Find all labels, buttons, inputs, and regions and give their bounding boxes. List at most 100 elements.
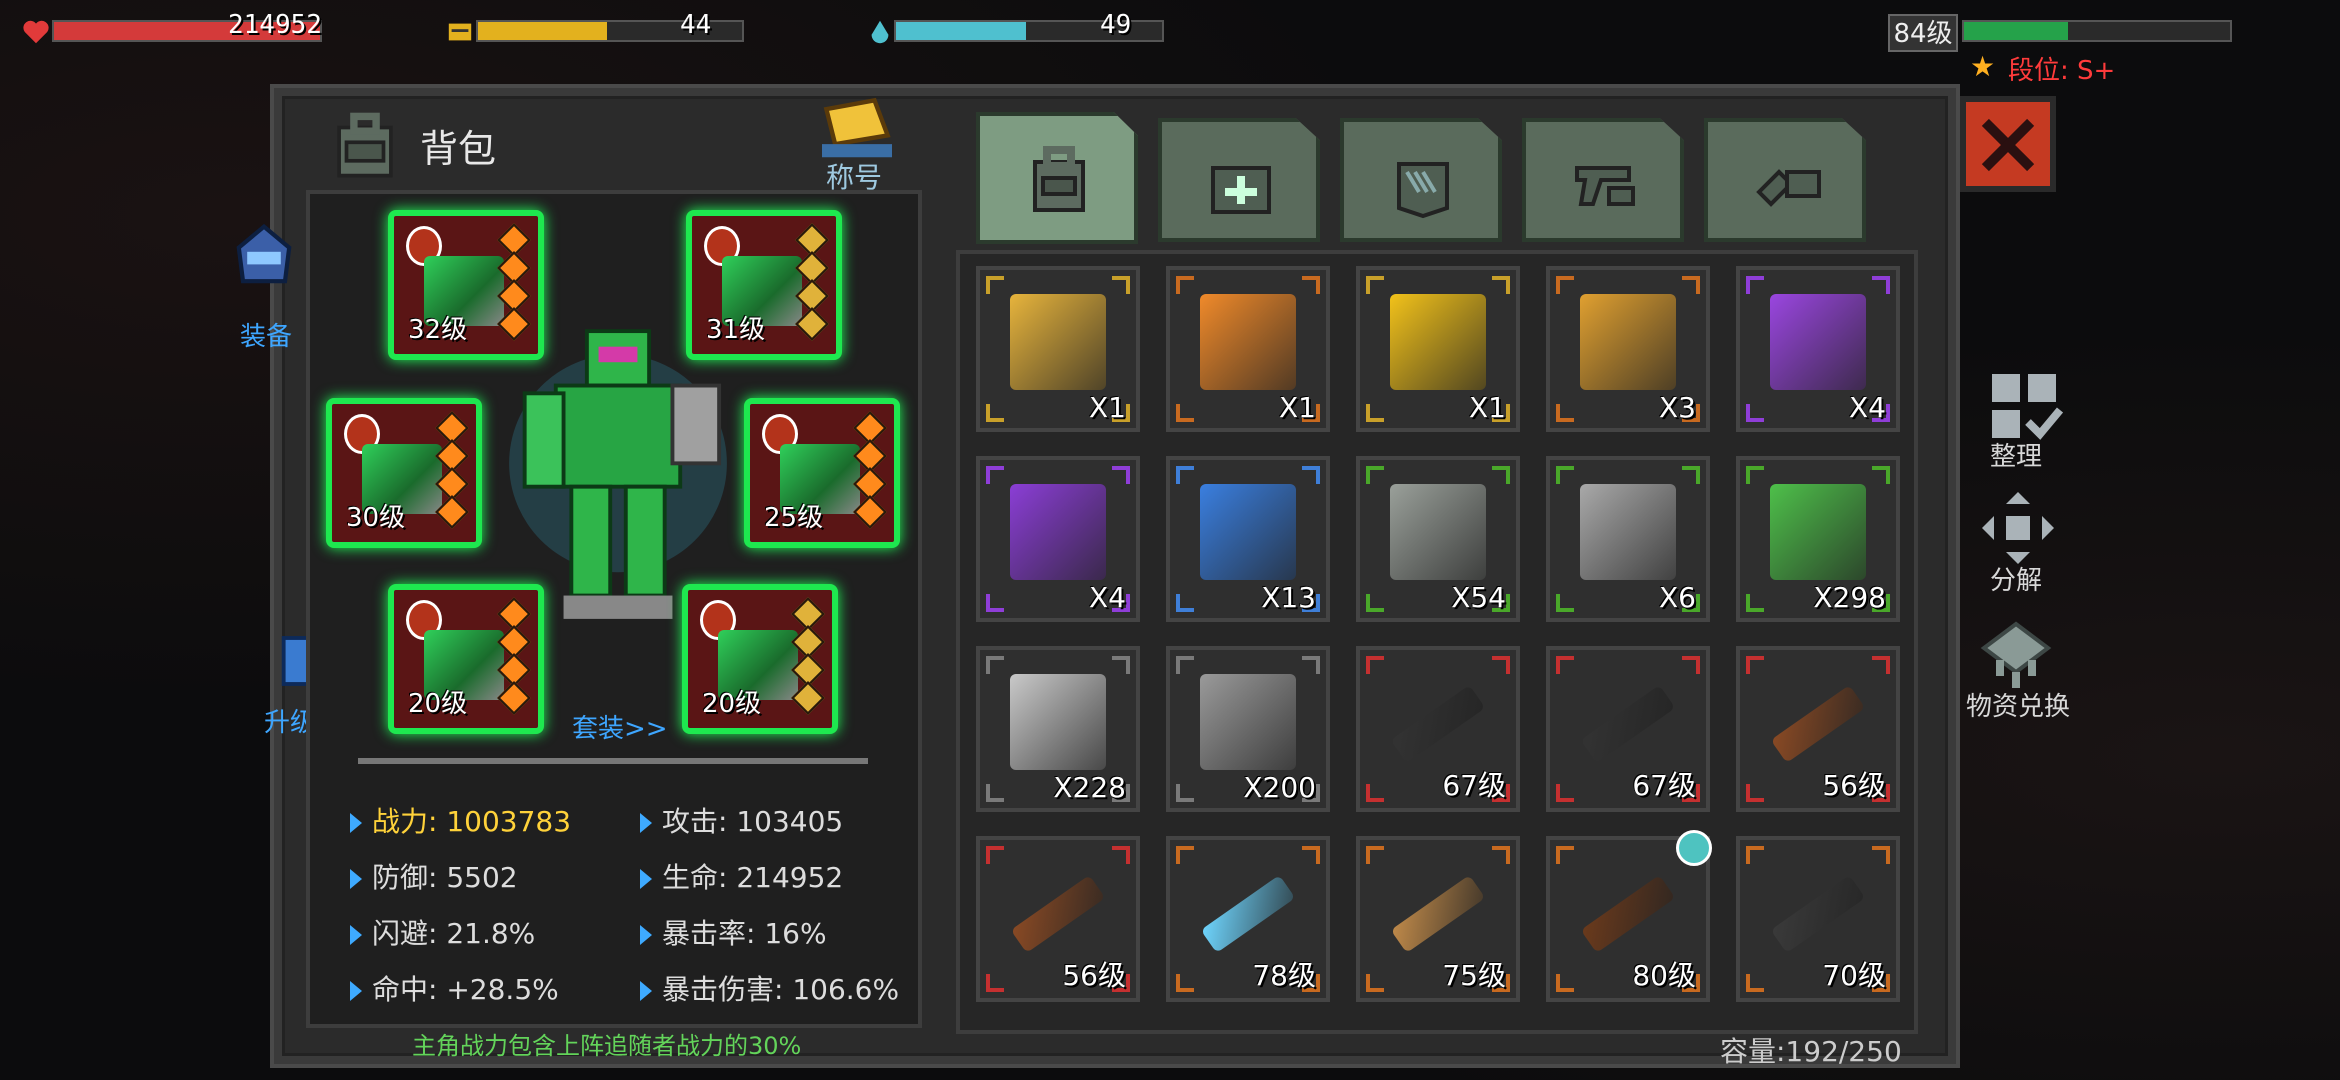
slot-level: 20级 — [702, 689, 762, 719]
rifle-icon — [1580, 875, 1676, 953]
item-slot[interactable]: X54 — [1356, 456, 1520, 622]
arrow-icon — [640, 925, 652, 945]
tab-medkit[interactable] — [1158, 118, 1320, 242]
rarity-corner — [1556, 656, 1574, 674]
tab-armor[interactable] — [1340, 118, 1502, 242]
exp-badge-icon — [1010, 294, 1106, 390]
armor-icon — [1397, 162, 1449, 219]
stat-crit-rate-text: 暴击率: 16% — [662, 917, 827, 950]
rarity-corner — [1872, 466, 1890, 484]
decompose-icon[interactable] — [1978, 488, 2058, 568]
stats-divider — [358, 758, 868, 764]
chest-icon — [1010, 484, 1106, 580]
item-slot[interactable]: X1 — [976, 266, 1140, 432]
arrow-icon — [640, 869, 652, 889]
equipment-slot[interactable]: 20级 — [682, 584, 838, 734]
item-slot[interactable]: X228 — [976, 646, 1140, 812]
energy-bar-fill — [478, 22, 608, 40]
item-slot[interactable]: 78级 — [1166, 836, 1330, 1002]
chest-icon — [1200, 674, 1296, 770]
decompose-label[interactable]: 分解 — [1990, 560, 2042, 597]
item-slot[interactable]: 75级 — [1356, 836, 1520, 1002]
set-bonus-link[interactable]: 套装>> — [572, 708, 668, 745]
chest-icon — [1770, 484, 1866, 580]
sort-label[interactable]: 整理 — [1990, 436, 2042, 473]
exchange-label[interactable]: 物资兑换 — [1966, 686, 2070, 723]
tab-wrench[interactable] — [1704, 118, 1866, 242]
item-slot[interactable]: 70级 — [1736, 836, 1900, 1002]
rarity-corner — [1492, 846, 1510, 864]
rarity-corner — [1746, 846, 1764, 864]
equipment-slot[interactable]: 25级 — [744, 398, 900, 548]
rarity-corner — [1492, 466, 1510, 484]
arrow-icon — [350, 925, 362, 945]
rarity-corner — [1746, 656, 1764, 674]
rarity-corner — [1366, 656, 1384, 674]
rarity-corner — [1366, 404, 1384, 422]
equipment-helmet-icon[interactable] — [222, 214, 306, 298]
rarity-corner — [1492, 656, 1510, 674]
chest-icon — [1390, 484, 1486, 580]
stat-defense: 防御: 5502 — [350, 856, 518, 896]
rarity-corner — [1112, 846, 1130, 864]
arrow-icon — [640, 813, 652, 833]
rarity-corner — [1556, 784, 1574, 802]
rarity-corner — [1112, 276, 1130, 294]
rarity-corner — [1556, 594, 1574, 612]
sort-grid-icon[interactable] — [1984, 366, 2064, 446]
power-note: 主角战力包含上阵追随者战力的30% — [412, 1032, 802, 1060]
item-label: X6 — [1659, 581, 1696, 614]
energy-value: 44 — [680, 10, 712, 40]
water-value: 49 — [1100, 10, 1132, 40]
stat-crit-damage-text: 暴击伤害: 106.6% — [662, 973, 900, 1006]
item-slot[interactable]: X6 — [1546, 456, 1710, 622]
stat-hp-text: 生命: 214952 — [662, 861, 844, 894]
player-level: 84级 — [1888, 14, 1958, 52]
stat-dodge: 闪避: 21.8% — [350, 912, 535, 952]
rarity-corner — [986, 404, 1004, 422]
slot-level: 30级 — [346, 503, 406, 533]
equipment-slot[interactable]: 32级 — [388, 210, 544, 360]
item-slot[interactable]: 80级 — [1546, 830, 1712, 1002]
equip-nav-label[interactable]: 装备 — [240, 316, 292, 353]
water-drop-icon — [871, 20, 889, 44]
item-slot[interactable]: X13 — [1166, 456, 1330, 622]
close-button[interactable] — [1960, 96, 2056, 192]
rarity-corner — [1872, 276, 1890, 294]
equipment-slot[interactable]: 31级 — [686, 210, 842, 360]
arrow-icon — [350, 869, 362, 889]
heart-icon — [23, 20, 49, 44]
stat-hp: 生命: 214952 — [640, 856, 843, 896]
item-slot[interactable]: X3 — [1546, 266, 1710, 432]
rarity-corner — [1556, 846, 1574, 864]
item-slot[interactable]: X298 — [1736, 456, 1900, 622]
item-label: 78级 — [1252, 959, 1316, 992]
slot-level: 25级 — [764, 503, 824, 533]
rarity-corner — [1366, 974, 1384, 992]
item-slot[interactable]: X1 — [1356, 266, 1520, 432]
rarity-corner — [1682, 656, 1700, 674]
item-slot[interactable]: 67级 — [1356, 646, 1520, 812]
rarity-corner — [986, 276, 1004, 294]
item-label: X4 — [1089, 581, 1126, 614]
item-slot[interactable]: 67级 — [1546, 646, 1710, 812]
item-label: 67级 — [1632, 769, 1696, 802]
item-slot[interactable]: 56级 — [976, 836, 1140, 1002]
tab-pistol[interactable] — [1522, 118, 1684, 242]
medkit-icon — [1211, 166, 1271, 214]
equipment-slot[interactable]: 30级 — [326, 398, 482, 548]
item-slot[interactable]: 56级 — [1736, 646, 1900, 812]
equipment-slot[interactable]: 20级 — [388, 584, 544, 734]
crate-icon — [1200, 294, 1296, 390]
rarity-corner — [1492, 276, 1510, 294]
exchange-icon[interactable] — [1976, 616, 2056, 696]
item-slot[interactable]: X4 — [1736, 266, 1900, 432]
item-label: X1 — [1469, 391, 1506, 424]
item-slot[interactable]: X200 — [1166, 646, 1330, 812]
bat-icon — [1390, 875, 1486, 953]
item-slot[interactable]: X4 — [976, 456, 1140, 622]
rarity-corner — [986, 974, 1004, 992]
tab-backpack[interactable] — [976, 112, 1138, 244]
item-slot[interactable]: X1 — [1166, 266, 1330, 432]
arrow-icon — [640, 981, 652, 1001]
